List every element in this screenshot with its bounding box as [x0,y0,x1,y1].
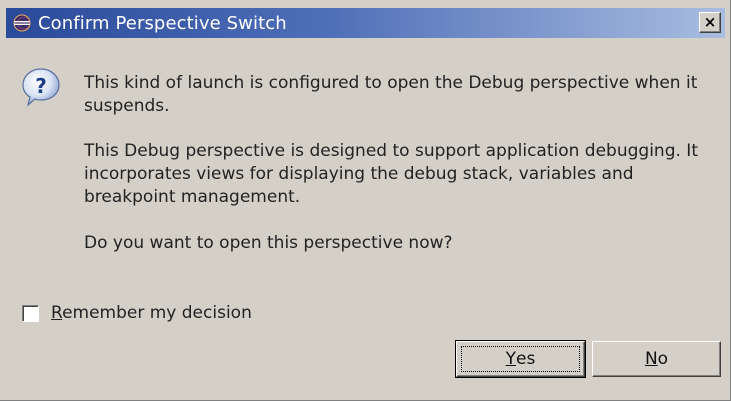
remember-decision-option[interactable]: Remember my decision [22,303,252,323]
confirm-perspective-switch-dialog: Confirm Perspective Switch × ? This kind… [0,0,731,401]
remember-mnemonic: R [51,303,63,323]
eclipse-icon [12,13,32,33]
title-bar[interactable]: Confirm Perspective Switch × [6,8,725,38]
no-label-rest: o [657,349,669,369]
dialog-title: Confirm Perspective Switch [38,12,287,34]
focus-rectangle [461,346,580,372]
remember-decision-checkbox[interactable] [22,304,39,322]
message-paragraph-2: This Debug perspective is designed to su… [84,141,698,207]
message-paragraph-1: This kind of launch is configured to ope… [84,73,698,116]
remember-decision-label[interactable]: Remember my decision [51,303,252,323]
svg-text:?: ? [35,74,47,98]
yes-button[interactable]: Yes [455,340,586,378]
message-paragraph-3: Do you want to open this perspective now… [84,233,453,253]
remember-label-rest: emember my decision [62,303,252,323]
no-mnemonic: N [644,349,658,369]
question-icon: ? [22,68,60,107]
close-button[interactable]: × [699,12,721,33]
no-button[interactable]: No [592,341,721,377]
